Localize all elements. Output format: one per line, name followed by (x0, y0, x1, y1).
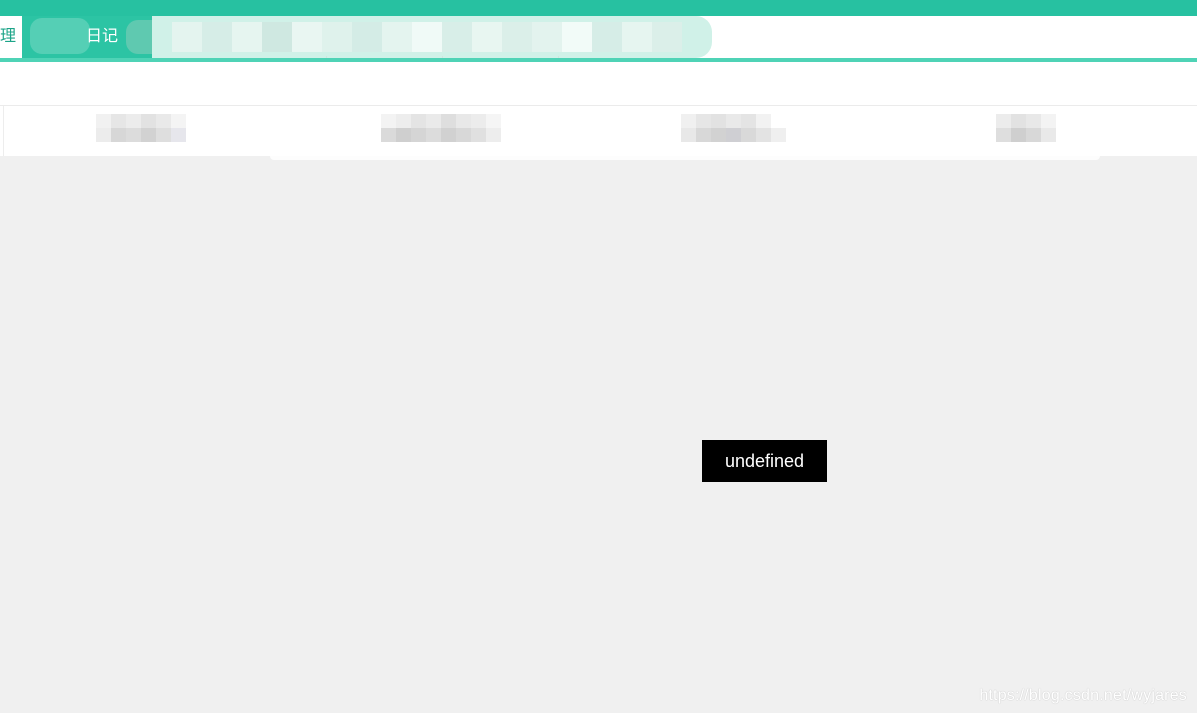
redaction-smear (270, 152, 1100, 160)
redaction-blur (30, 18, 90, 54)
column-header-redacted (381, 114, 501, 142)
redaction-blur (126, 20, 152, 54)
column-header-redacted (996, 114, 1056, 142)
table-header (0, 106, 1197, 156)
tab-active[interactable]: 日记 (22, 16, 152, 58)
table-border (3, 106, 4, 156)
redacted-tabs (152, 16, 712, 58)
toast-message: undefined (702, 440, 827, 482)
tab-active-label: 日记 (86, 28, 119, 45)
column-header-redacted (96, 114, 186, 142)
column-header-redacted (681, 114, 786, 142)
tab-partial-label[interactable]: 理 (0, 27, 16, 47)
toolbar-area (0, 62, 1197, 106)
watermark: https://blog.csdn.net/wyjares (979, 687, 1187, 704)
top-accent-bar (0, 0, 1197, 16)
tab-bar: 理 日记 (0, 16, 1197, 58)
